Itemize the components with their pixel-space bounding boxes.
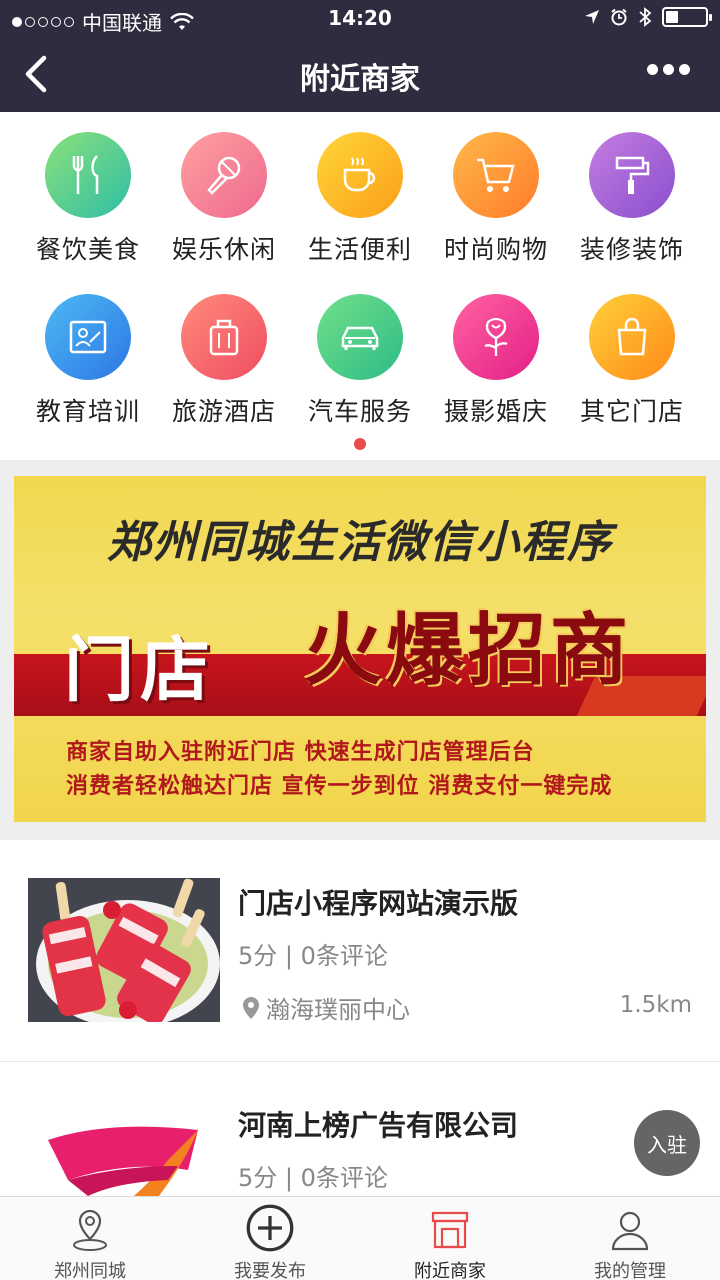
cutlery-icon [45,132,131,218]
category-life[interactable]: 生活便利 [292,132,428,266]
category-education[interactable]: 教育培训 [20,294,156,428]
banner-hot-text: 火爆招商 [304,606,633,696]
banner-store-text: 门店 [64,629,216,711]
category-other[interactable]: 其它门店 [564,294,700,428]
tab-publish[interactable]: 我要发布 [180,1197,360,1280]
category-shopping[interactable]: 时尚购物 [428,132,564,266]
category-photo-wedding[interactable]: 摄影婚庆 [428,294,564,428]
category-decoration[interactable]: 装修装饰 [564,132,700,266]
join-button[interactable]: 入驻 [634,1110,700,1176]
merchant-name[interactable]: 门店小程序网站演示版 [238,882,518,922]
tab-my-management[interactable]: 我的管理 [540,1197,720,1280]
plus-circle-icon [246,1204,294,1252]
merchant-thumbnail [28,878,220,1022]
user-icon [611,1211,649,1251]
page-title: 附近商家 [300,62,420,97]
suitcase-icon [181,294,267,380]
coffee-cup-icon [317,132,403,218]
header: 中国联通 14:20 附近商家 [0,0,720,112]
store-icon [431,1211,469,1249]
banner-line-1: 商家自助入驻附近门店 快速生成门店管理后台 [66,740,535,765]
merchant-name[interactable]: 河南上榜广告有限公司 [238,1104,518,1144]
category-entertainment[interactable]: 娱乐休闲 [156,132,292,266]
category-grid: 餐饮美食 娱乐休闲 生活便利 时尚购物 装修装饰 教育培训 旅游酒店 汽车服务 … [0,112,720,460]
category-car[interactable]: 汽车服务 [292,294,428,428]
pagination-dot[interactable] [354,438,366,450]
promo-banner[interactable]: 郑州同城生活微信小程序 门店 火爆招商 商家自助入驻附近门店 快速生成门店管理后… [14,476,706,822]
alarm-icon [611,8,627,26]
merchant-list: 门店小程序网站演示版 5分 | 0条评论 瀚海璞丽中心 1.5km 河南上榜广告… [0,840,720,1196]
merchant-rating: 5分 | 0条评论 [238,942,388,970]
category-food[interactable]: 餐饮美食 [20,132,156,266]
rose-icon [453,294,539,380]
paint-roller-icon [589,132,675,218]
banner-title: 郑州同城生活微信小程序 [107,517,613,568]
location-arrow-icon [585,10,599,24]
list-item[interactable]: 门店小程序网站演示版 5分 | 0条评论 瀚海璞丽中心 1.5km [0,840,720,1062]
merchant-distance: 1.5km [619,992,692,1018]
bottom-tab-bar: 郑州同城 我要发布 附近商家 我的管理 [0,1196,720,1280]
more-options-icon[interactable] [647,64,690,75]
merchant-address: 瀚海璞丽中心 [242,990,410,1025]
location-pin-icon [243,996,259,1019]
tab-nearby-merchants[interactable]: 附近商家 [360,1197,540,1280]
list-item[interactable]: 河南上榜广告有限公司 5分 | 0条评论 [0,1062,720,1196]
classroom-icon [45,294,131,380]
merchant-thumbnail [28,1100,220,1196]
tab-zhengzhou[interactable]: 郑州同城 [0,1197,180,1280]
microphone-icon [181,132,267,218]
category-travel[interactable]: 旅游酒店 [156,294,292,428]
shopping-bag-icon [589,294,675,380]
bluetooth-icon [639,7,652,27]
merchant-rating: 5分 | 0条评论 [238,1164,388,1192]
status-bar: 中国联通 14:20 [0,0,720,38]
banner-section: 郑州同城生活微信小程序 门店 火爆招商 商家自助入驻附近门店 快速生成门店管理后… [0,460,720,840]
battery-icon [662,7,712,27]
location-pin-icon [73,1209,107,1251]
shopping-cart-icon [453,132,539,218]
car-icon [317,294,403,380]
banner-line-2: 消费者轻松触达门店 宣传一步到位 消费支付一键完成 [66,774,613,799]
